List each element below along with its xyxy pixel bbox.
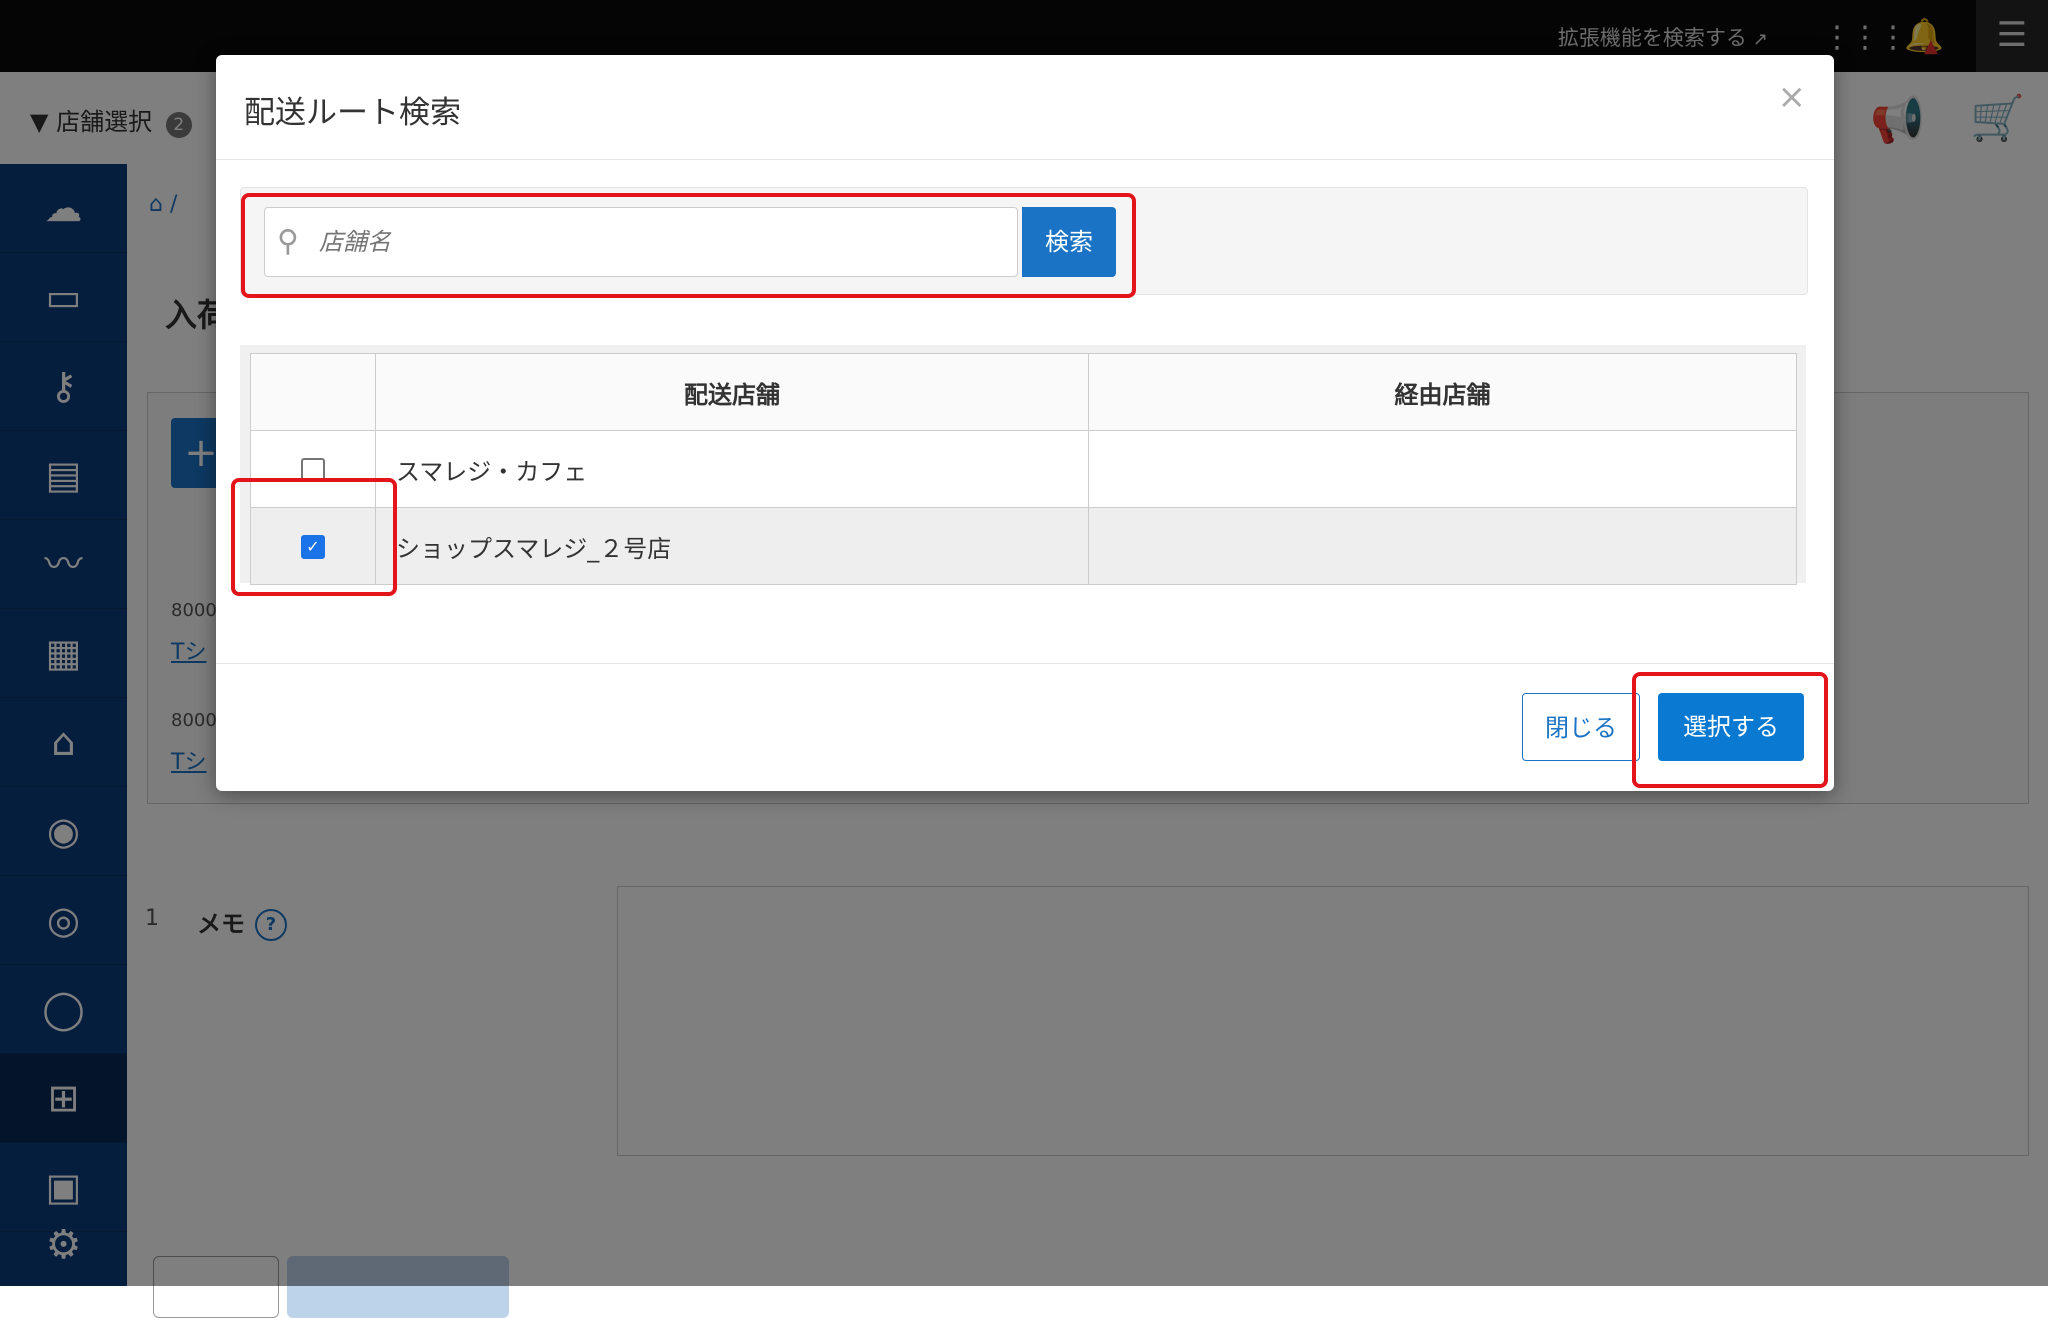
select-button[interactable]: 選択する [1658,693,1804,761]
via-store-header: 経由店舗 [1088,353,1797,431]
route-table: 配送店舗 経由店舗 スマレジ・カフェ ✓ ショップスマレジ_２号店 [250,353,1797,585]
via-store-cell [1088,430,1797,508]
row-checkbox-cell[interactable] [250,430,376,508]
table-row[interactable]: スマレジ・カフェ [250,430,1797,508]
table-wrapper: 配送店舗 経由店舗 スマレジ・カフェ ✓ ショップスマレジ_２号店 [240,345,1806,585]
store-name-search-input[interactable] [317,216,1011,268]
search-box: ⚲ [264,207,1018,277]
search-button[interactable]: 検索 [1022,207,1116,277]
modal-footer-divider [216,663,1834,664]
delivery-route-search-modal: 配送ルート検索 × ⚲ 検索 配送店舗 経由店舗 スマレジ・カフェ [216,55,1834,791]
table-row[interactable]: ✓ ショップスマレジ_２号店 [250,507,1797,585]
close-button[interactable]: 閉じる [1522,693,1640,761]
delivery-store-cell: ショップスマレジ_２号店 [375,507,1089,585]
via-store-cell [1088,507,1797,585]
modal-title: 配送ルート検索 [244,95,461,131]
modal-header: 配送ルート検索 × [216,55,1834,160]
row-checkbox-cell[interactable]: ✓ [250,507,376,585]
checkbox-header [250,353,376,431]
delivery-store-header: 配送店舗 [375,353,1089,431]
search-icon: ⚲ [277,224,299,259]
row-checkbox-checked[interactable]: ✓ [301,535,325,559]
close-icon[interactable]: × [1778,77,1807,117]
delivery-store-cell: スマレジ・カフェ [375,430,1089,508]
row-checkbox[interactable] [301,458,325,482]
